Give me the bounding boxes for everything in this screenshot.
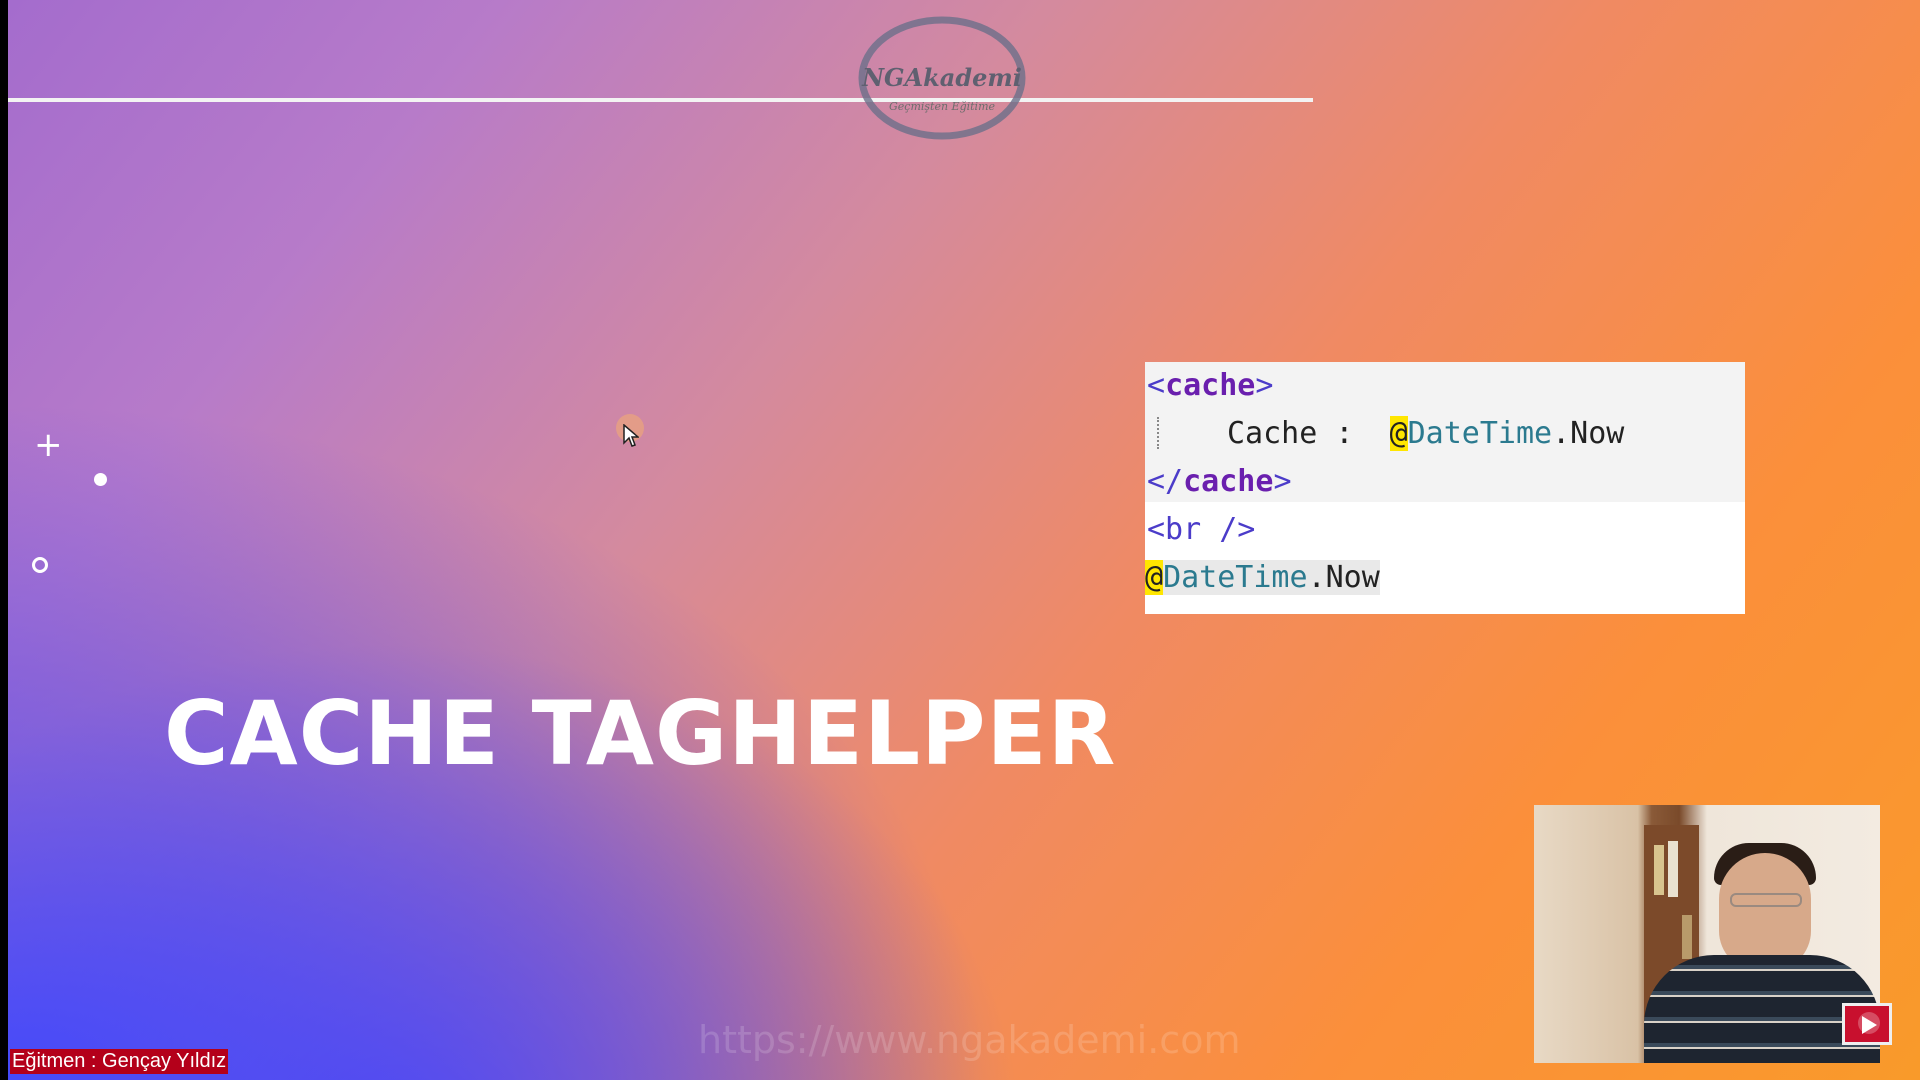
razor-at-symbol: @ [1389,416,1408,451]
code-line-5: @DateTime.Now [1145,554,1380,602]
dot-icon [94,473,107,486]
webcam-overlay [1534,805,1880,1063]
glasses [1730,893,1802,907]
book [1668,841,1678,897]
indent-guide [1157,417,1159,449]
person-face [1719,853,1811,971]
code-line-3: </cache> [1147,464,1292,499]
plus-icon: + [34,425,63,465]
slide-title: CACHE TAGHELPER [164,682,1117,785]
code-line-4: <br /> [1147,512,1256,547]
razor-expression: DateTime [1163,560,1308,595]
instructor-label: Eğitmen : Gençay Yıldız [10,1049,229,1074]
svg-text:NGAkademi: NGAkademi [861,63,1022,92]
razor-at-symbol: @ [1145,560,1164,595]
razor-expression: DateTime [1407,416,1553,451]
code-line-2: Cache : @DateTime.Now [1227,410,1624,458]
book [1654,845,1664,895]
razor-member: .Now [1307,560,1380,595]
youtube-play-icon[interactable] [1842,1003,1892,1045]
code-line-1: <cache> [1147,368,1274,403]
ring-icon [32,557,48,573]
cache-open-tag: cache [1165,368,1256,403]
razor-member: .Now [1552,416,1625,451]
watermark-url: https://www.ngakademi.com [698,1018,1241,1062]
cache-text: Cache : [1227,416,1390,451]
code-snippet-panel: <cache> Cache : @DateTime.Now </cache> <… [1145,362,1745,614]
svg-text:Geçmişten Eğitime: Geçmişten Eğitime [889,100,996,113]
book [1682,915,1692,959]
ngakademi-logo: NGAkademi Geçmişten Eğitime [858,16,1026,140]
mouse-cursor-icon [623,424,639,447]
header-divider-line [8,98,1313,102]
